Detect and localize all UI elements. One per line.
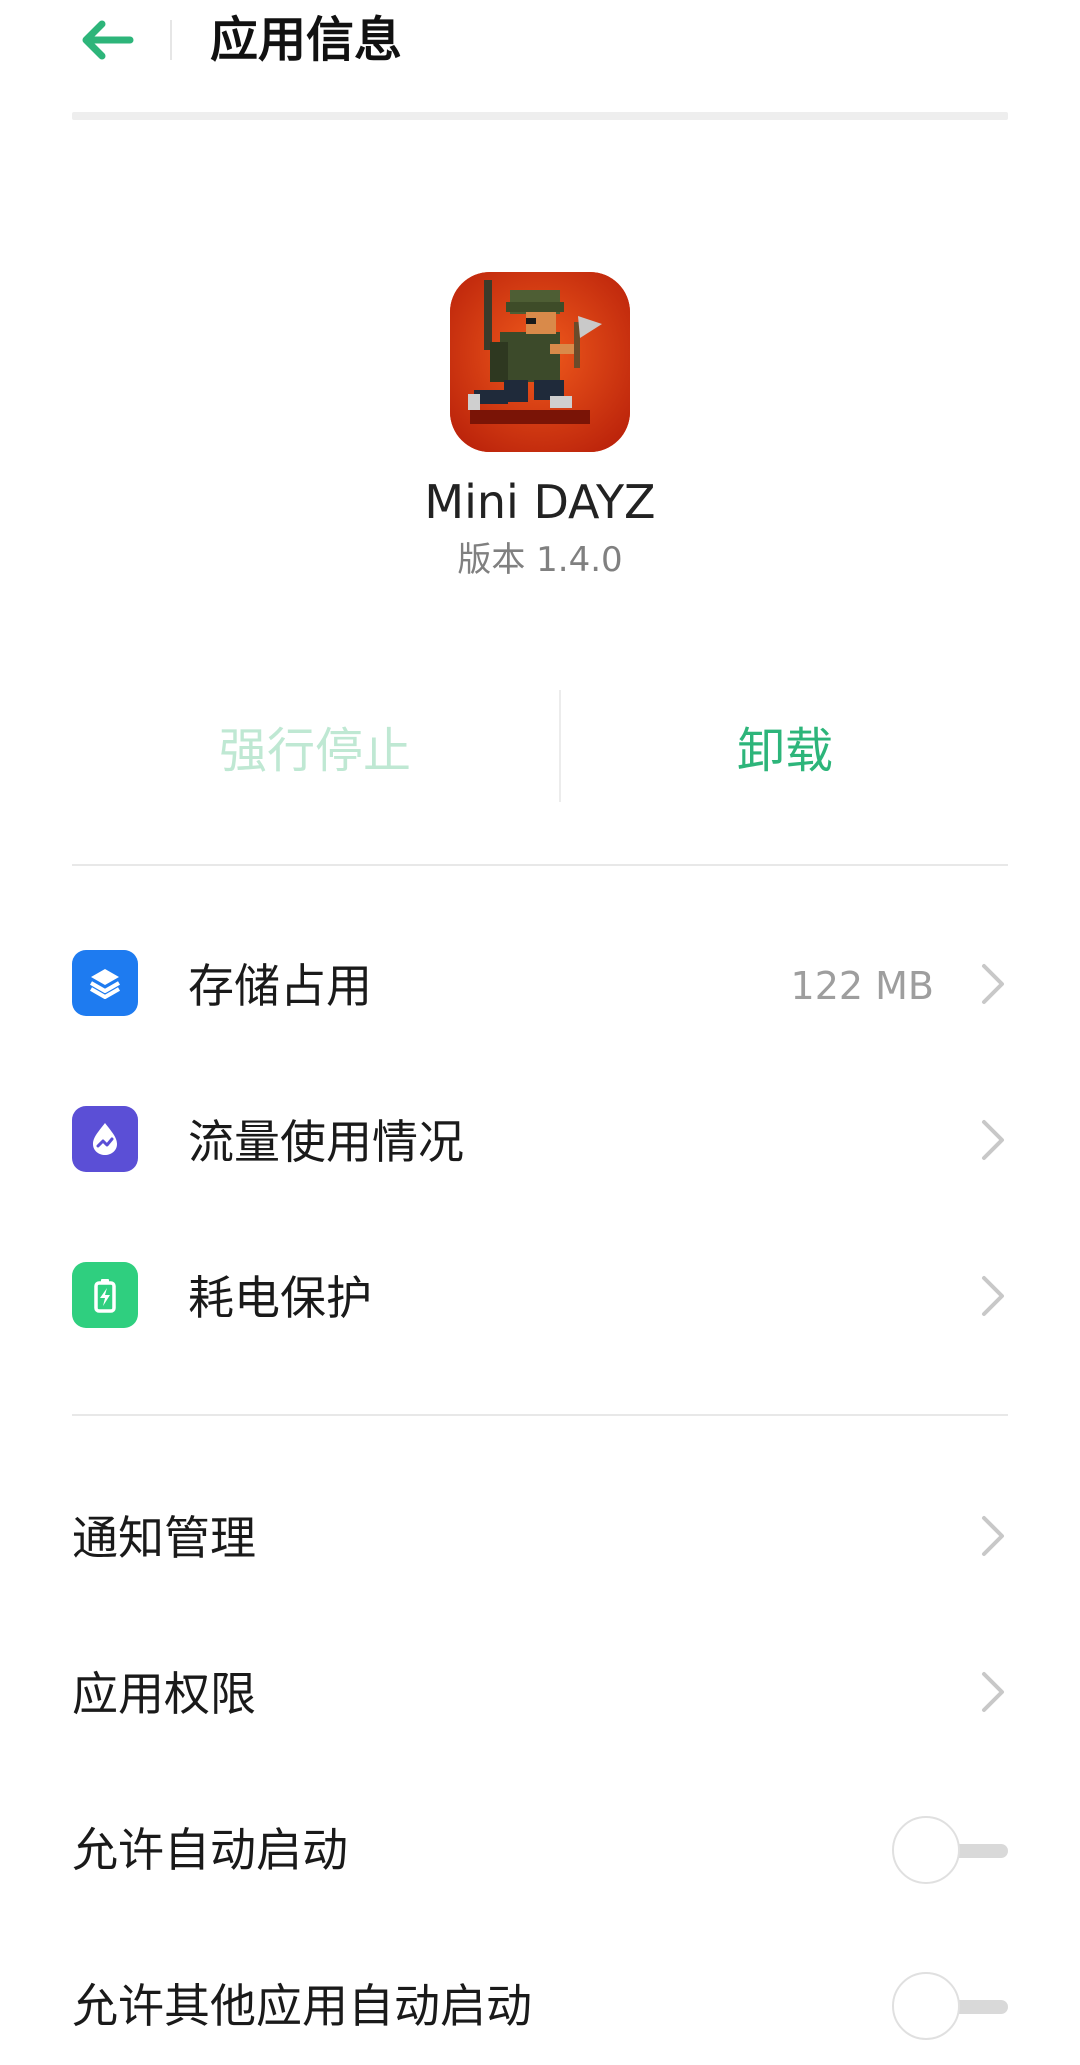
header-divider <box>170 20 172 60</box>
data-usage-label: 流量使用情况 <box>188 1115 464 1169</box>
toggle-knob <box>892 1816 960 1884</box>
mini-dayz-app-icon <box>450 272 630 452</box>
toggle-knob <box>892 1972 960 2040</box>
auto-start-row: 允许自动启动 <box>0 1770 1080 1926</box>
app-permissions-label: 应用权限 <box>72 1667 256 1721</box>
battery-protection-row[interactable]: 耗电保护 <box>0 1218 1080 1374</box>
chevron-right-icon <box>982 1120 1004 1160</box>
notification-management-label: 通知管理 <box>72 1511 256 1565</box>
chevron-right-icon <box>982 1516 1004 1556</box>
chevron-right-icon <box>982 964 1004 1004</box>
app-version: 版本 1.4.0 <box>457 540 623 580</box>
page-title: 应用信息 <box>210 12 403 68</box>
storage-row[interactable]: 存储占用 122 MB <box>0 906 1080 1062</box>
section-divider <box>72 864 1008 866</box>
app-permissions-row[interactable]: 应用权限 <box>0 1614 1080 1770</box>
layers-icon <box>72 950 138 1016</box>
allow-other-apps-start-label: 允许其他应用自动启动 <box>72 1979 532 2033</box>
storage-label: 存储占用 <box>188 959 372 1013</box>
chevron-right-icon <box>982 1672 1004 1712</box>
uninstall-button[interactable]: 卸载 <box>562 690 1008 802</box>
auto-start-label: 允许自动启动 <box>72 1823 348 1877</box>
app-name: Mini DAYZ <box>424 475 656 529</box>
data-usage-icon <box>72 1106 138 1172</box>
back-button[interactable] <box>72 10 142 70</box>
allow-other-apps-start-row: 允许其他应用自动启动 <box>0 1926 1080 2065</box>
battery-protection-label: 耗电保护 <box>188 1271 372 1325</box>
notification-management-row[interactable]: 通知管理 <box>0 1458 1080 1614</box>
header: 应用信息 <box>0 0 1080 120</box>
storage-value: 122 MB <box>790 964 934 1008</box>
auto-start-toggle[interactable] <box>892 1814 1008 1886</box>
force-stop-button[interactable]: 强行停止 <box>72 690 558 802</box>
arrow-left-icon <box>82 20 134 60</box>
data-usage-row[interactable]: 流量使用情况 <box>0 1062 1080 1218</box>
chevron-right-icon <box>982 1276 1004 1316</box>
section-divider <box>72 1414 1008 1416</box>
actions-divider <box>559 690 561 802</box>
app-icon <box>450 272 630 452</box>
app-info-screen: 应用信息 Mini DAYZ 版本 1.4.0 强行停止 卸载 存储占用 122… <box>0 0 1080 2065</box>
battery-icon <box>72 1262 138 1328</box>
action-buttons: 强行停止 卸载 <box>72 690 1008 802</box>
header-separator <box>72 112 1008 120</box>
allow-other-apps-start-toggle[interactable] <box>892 1970 1008 2042</box>
